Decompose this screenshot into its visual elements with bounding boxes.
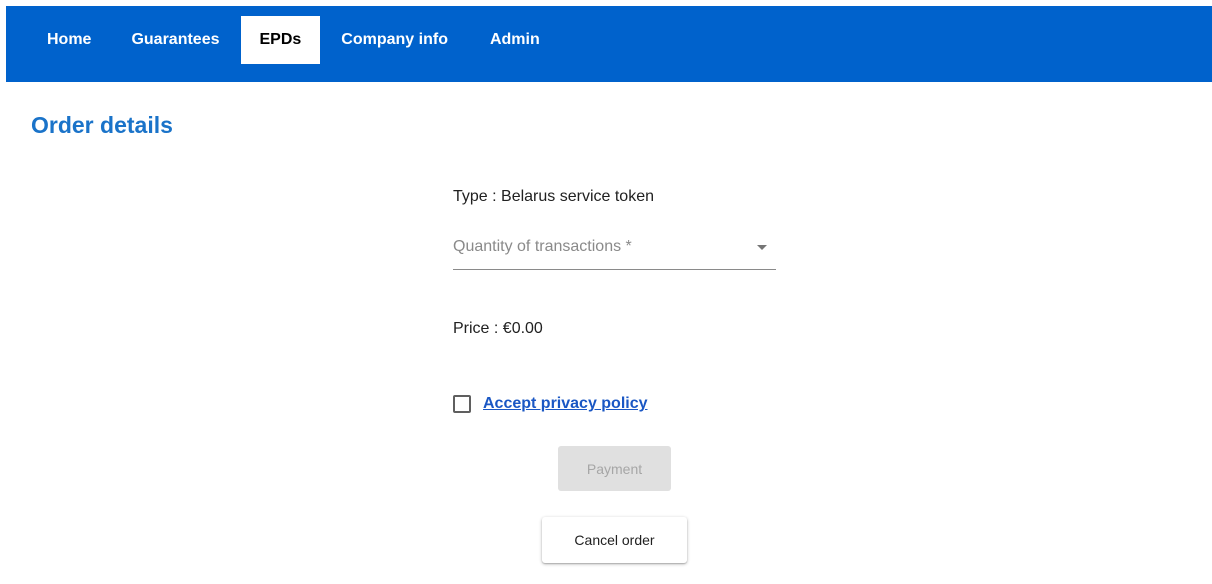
privacy-policy-link[interactable]: Accept privacy policy [483,395,648,413]
privacy-policy-row: Accept privacy policy [453,395,648,413]
top-navbar: Home Guarantees EPDs Company info Admin [6,6,1212,82]
price-text: Price : €0.00 [453,320,543,337]
nav-item-home[interactable]: Home [47,16,91,64]
quantity-select-placeholder: Quantity of transactions * [453,238,632,255]
order-type-text: Type : Belarus service token [453,188,654,205]
nav-item-admin[interactable]: Admin [490,16,540,64]
quantity-select[interactable]: Quantity of transactions * [453,232,776,270]
payment-button[interactable]: Payment [558,446,671,491]
cancel-order-button[interactable]: Cancel order [542,517,687,563]
page-title: Order details [31,112,173,138]
privacy-policy-checkbox[interactable] [453,395,471,413]
nav-item-guarantees[interactable]: Guarantees [131,16,219,64]
nav-item-company-info[interactable]: Company info [341,16,448,64]
nav-item-epds[interactable]: EPDs [240,16,321,64]
dropdown-arrow-icon [757,245,767,250]
